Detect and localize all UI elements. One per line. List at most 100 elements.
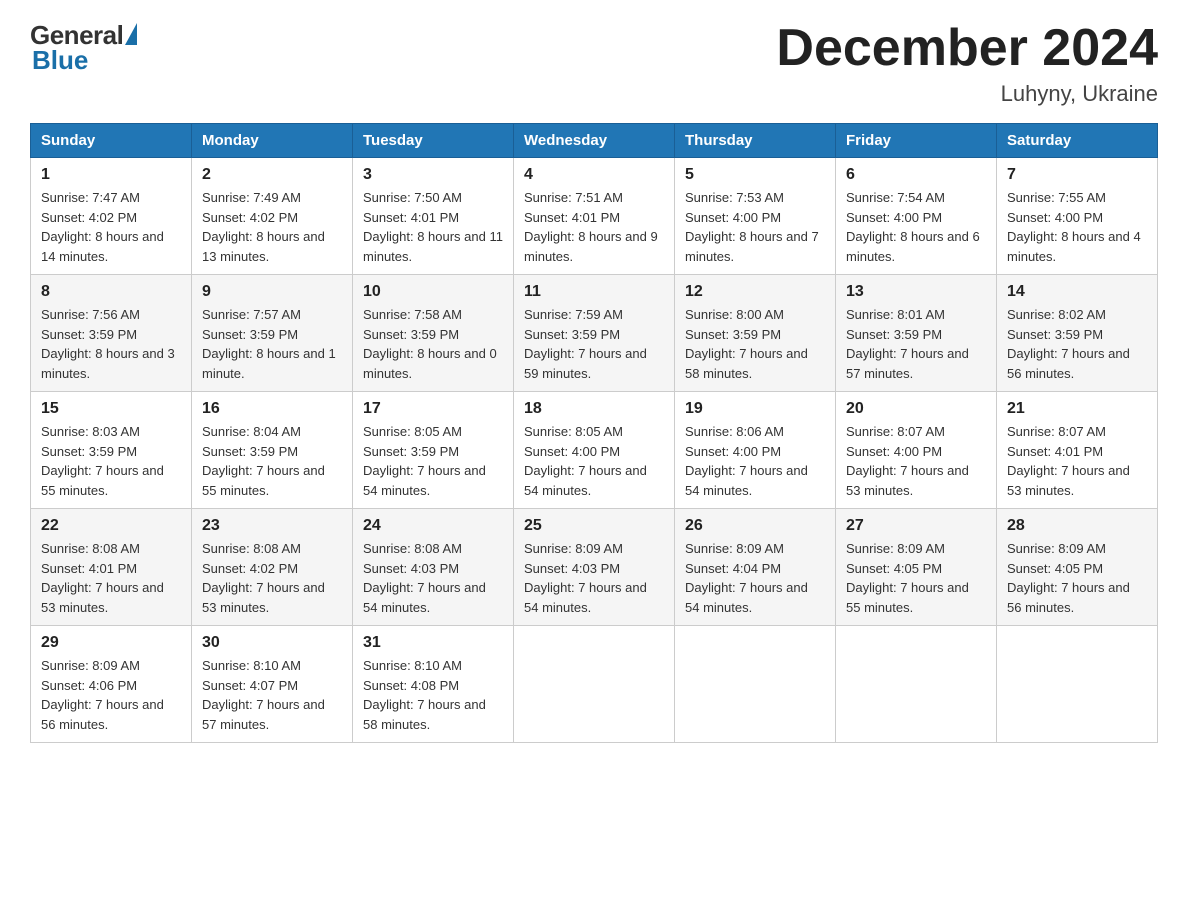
day-number: 17 — [363, 400, 503, 418]
day-number: 7 — [1007, 166, 1147, 184]
day-cell: 24 Sunrise: 8:08 AMSunset: 4:03 PMDayligh… — [353, 509, 514, 626]
day-info: Sunrise: 8:08 AMSunset: 4:01 PMDaylight:… — [41, 539, 181, 617]
month-title: December 2024 — [776, 20, 1158, 77]
header-wednesday: Wednesday — [514, 124, 675, 158]
logo-blue-text: Blue — [32, 45, 88, 76]
day-cell: 14 Sunrise: 8:02 AMSunset: 3:59 PMDayligh… — [997, 275, 1158, 392]
day-info: Sunrise: 7:55 AMSunset: 4:00 PMDaylight:… — [1007, 188, 1147, 266]
day-number: 11 — [524, 283, 664, 301]
week-row-3: 15Sunrise: 8:03 AMSunset: 3:59 PMDayligh… — [31, 392, 1158, 509]
day-cell: 10 Sunrise: 7:58 AMSunset: 3:59 PMDayligh… — [353, 275, 514, 392]
day-number: 14 — [1007, 283, 1147, 301]
day-info: Sunrise: 7:58 AMSunset: 3:59 PMDaylight:… — [363, 305, 503, 383]
day-number: 20 — [846, 400, 986, 418]
day-cell: 9 Sunrise: 7:57 AMSunset: 3:59 PMDaylight… — [192, 275, 353, 392]
location-subtitle: Luhyny, Ukraine — [776, 81, 1158, 107]
day-cell — [675, 626, 836, 743]
day-cell: 25 Sunrise: 8:09 AMSunset: 4:03 PMDayligh… — [514, 509, 675, 626]
day-info: Sunrise: 8:03 AMSunset: 3:59 PMDaylight:… — [41, 422, 181, 500]
day-number: 21 — [1007, 400, 1147, 418]
day-number: 4 — [524, 166, 664, 184]
day-cell: 12 Sunrise: 8:00 AMSunset: 3:59 PMDayligh… — [675, 275, 836, 392]
day-number: 25 — [524, 517, 664, 535]
day-cell: 3 Sunrise: 7:50 AMSunset: 4:01 PMDaylight… — [353, 158, 514, 275]
day-cell: 11 Sunrise: 7:59 AMSunset: 3:59 PMDayligh… — [514, 275, 675, 392]
day-info: Sunrise: 8:09 AMSunset: 4:03 PMDaylight:… — [524, 539, 664, 617]
day-cell: 22Sunrise: 8:08 AMSunset: 4:01 PMDayligh… — [31, 509, 192, 626]
day-info: Sunrise: 7:54 AMSunset: 4:00 PMDaylight:… — [846, 188, 986, 266]
day-cell: 26Sunrise: 8:09 AMSunset: 4:04 PMDayligh… — [675, 509, 836, 626]
day-cell: 5Sunrise: 7:53 AMSunset: 4:00 PMDaylight… — [675, 158, 836, 275]
header-friday: Friday — [836, 124, 997, 158]
day-info: Sunrise: 7:50 AMSunset: 4:01 PMDaylight:… — [363, 188, 503, 266]
day-info: Sunrise: 8:10 AMSunset: 4:07 PMDaylight:… — [202, 656, 342, 734]
day-number: 19 — [685, 400, 825, 418]
day-cell — [997, 626, 1158, 743]
day-info: Sunrise: 7:59 AMSunset: 3:59 PMDaylight:… — [524, 305, 664, 383]
day-number: 26 — [685, 517, 825, 535]
header-sunday: Sunday — [31, 124, 192, 158]
day-number: 24 — [363, 517, 503, 535]
day-number: 27 — [846, 517, 986, 535]
day-info: Sunrise: 8:05 AMSunset: 4:00 PMDaylight:… — [524, 422, 664, 500]
day-cell: 18 Sunrise: 8:05 AMSunset: 4:00 PMDayligh… — [514, 392, 675, 509]
day-cell: 21 Sunrise: 8:07 AMSunset: 4:01 PMDayligh… — [997, 392, 1158, 509]
day-number: 18 — [524, 400, 664, 418]
day-cell: 27 Sunrise: 8:09 AMSunset: 4:05 PMDayligh… — [836, 509, 997, 626]
logo-triangle-icon — [125, 23, 137, 45]
day-number: 23 — [202, 517, 342, 535]
title-block: December 2024 Luhyny, Ukraine — [776, 20, 1158, 107]
day-info: Sunrise: 8:09 AMSunset: 4:05 PMDaylight:… — [846, 539, 986, 617]
day-cell: 19 Sunrise: 8:06 AMSunset: 4:00 PMDayligh… — [675, 392, 836, 509]
day-cell: 29 Sunrise: 8:09 AMSunset: 4:06 PMDayligh… — [31, 626, 192, 743]
day-info: Sunrise: 8:10 AMSunset: 4:08 PMDaylight:… — [363, 656, 503, 734]
day-cell: 16Sunrise: 8:04 AMSunset: 3:59 PMDayligh… — [192, 392, 353, 509]
day-cell: 20 Sunrise: 8:07 AMSunset: 4:00 PMDayligh… — [836, 392, 997, 509]
day-number: 10 — [363, 283, 503, 301]
day-info: Sunrise: 8:08 AMSunset: 4:02 PMDaylight:… — [202, 539, 342, 617]
day-cell: 8 Sunrise: 7:56 AMSunset: 3:59 PMDaylight… — [31, 275, 192, 392]
day-info: Sunrise: 7:57 AMSunset: 3:59 PMDaylight:… — [202, 305, 342, 383]
week-row-2: 8 Sunrise: 7:56 AMSunset: 3:59 PMDaylight… — [31, 275, 1158, 392]
day-cell: 7 Sunrise: 7:55 AMSunset: 4:00 PMDaylight… — [997, 158, 1158, 275]
header-saturday: Saturday — [997, 124, 1158, 158]
day-cell: 17 Sunrise: 8:05 AMSunset: 3:59 PMDayligh… — [353, 392, 514, 509]
day-cell: 2 Sunrise: 7:49 AMSunset: 4:02 PMDaylight… — [192, 158, 353, 275]
day-info: Sunrise: 7:47 AMSunset: 4:02 PMDaylight:… — [41, 188, 181, 266]
week-row-5: 29 Sunrise: 8:09 AMSunset: 4:06 PMDayligh… — [31, 626, 1158, 743]
day-info: Sunrise: 7:49 AMSunset: 4:02 PMDaylight:… — [202, 188, 342, 266]
day-info: Sunrise: 8:06 AMSunset: 4:00 PMDaylight:… — [685, 422, 825, 500]
day-cell — [514, 626, 675, 743]
day-number: 3 — [363, 166, 503, 184]
week-row-4: 22Sunrise: 8:08 AMSunset: 4:01 PMDayligh… — [31, 509, 1158, 626]
day-info: Sunrise: 8:05 AMSunset: 3:59 PMDaylight:… — [363, 422, 503, 500]
day-number: 16 — [202, 400, 342, 418]
day-number: 30 — [202, 634, 342, 652]
day-number: 29 — [41, 634, 181, 652]
day-info: Sunrise: 8:08 AMSunset: 4:03 PMDaylight:… — [363, 539, 503, 617]
day-cell: 31Sunrise: 8:10 AMSunset: 4:08 PMDayligh… — [353, 626, 514, 743]
day-cell: 13Sunrise: 8:01 AMSunset: 3:59 PMDayligh… — [836, 275, 997, 392]
day-cell — [836, 626, 997, 743]
day-info: Sunrise: 7:56 AMSunset: 3:59 PMDaylight:… — [41, 305, 181, 383]
day-number: 5 — [685, 166, 825, 184]
day-info: Sunrise: 8:07 AMSunset: 4:00 PMDaylight:… — [846, 422, 986, 500]
day-number: 28 — [1007, 517, 1147, 535]
day-number: 9 — [202, 283, 342, 301]
day-cell: 15Sunrise: 8:03 AMSunset: 3:59 PMDayligh… — [31, 392, 192, 509]
logo: General Blue — [30, 20, 137, 76]
header-monday: Monday — [192, 124, 353, 158]
day-number: 2 — [202, 166, 342, 184]
day-info: Sunrise: 8:09 AMSunset: 4:06 PMDaylight:… — [41, 656, 181, 734]
day-cell: 28Sunrise: 8:09 AMSunset: 4:05 PMDayligh… — [997, 509, 1158, 626]
week-row-1: 1 Sunrise: 7:47 AMSunset: 4:02 PMDaylight… — [31, 158, 1158, 275]
day-info: Sunrise: 8:02 AMSunset: 3:59 PMDaylight:… — [1007, 305, 1147, 383]
day-number: 1 — [41, 166, 181, 184]
day-number: 12 — [685, 283, 825, 301]
day-cell: 23 Sunrise: 8:08 AMSunset: 4:02 PMDayligh… — [192, 509, 353, 626]
day-info: Sunrise: 8:07 AMSunset: 4:01 PMDaylight:… — [1007, 422, 1147, 500]
day-number: 8 — [41, 283, 181, 301]
day-number: 13 — [846, 283, 986, 301]
calendar-table: SundayMondayTuesdayWednesdayThursdayFrid… — [30, 123, 1158, 743]
day-info: Sunrise: 8:00 AMSunset: 3:59 PMDaylight:… — [685, 305, 825, 383]
